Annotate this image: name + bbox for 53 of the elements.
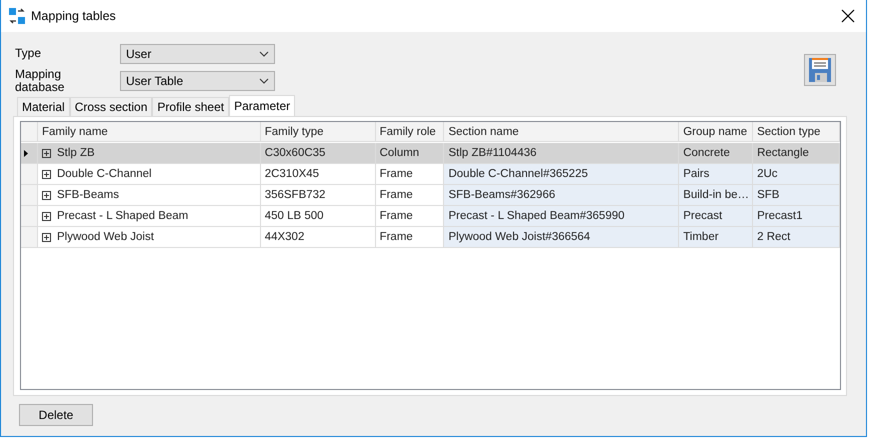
column-header[interactable]: Family name bbox=[38, 122, 261, 142]
dropdown[interactable]: User Table bbox=[120, 70, 275, 90]
chevron-icon bbox=[259, 50, 269, 56]
save-icon[interactable] bbox=[804, 54, 836, 86]
table-cell: Precast bbox=[679, 206, 754, 227]
table-cell: Stlp ZB#1104436 bbox=[444, 143, 680, 164]
table-cell: 44X302 bbox=[260, 227, 376, 248]
chevron-icon bbox=[259, 78, 269, 84]
table-cell: Double C-Channel#365225 bbox=[444, 164, 680, 185]
app-icon bbox=[9, 8, 25, 24]
expand-icon[interactable] bbox=[42, 148, 51, 158]
expand-icon[interactable] bbox=[42, 232, 51, 242]
table-cell: Precast - L Shaped Beam#365990 bbox=[444, 206, 680, 227]
column-header[interactable]: Family type bbox=[260, 122, 376, 142]
table-cell: Column bbox=[376, 143, 444, 164]
column-header[interactable]: Section type bbox=[753, 122, 840, 142]
dropdown[interactable]: User bbox=[120, 44, 275, 64]
field-label: Mapping database bbox=[15, 68, 66, 94]
table-cell: SFB bbox=[753, 185, 840, 206]
table-cell: Plywood Web Joist#366564 bbox=[444, 227, 680, 248]
field-label: Type bbox=[15, 47, 42, 60]
table-cell: Precast1 bbox=[753, 206, 840, 227]
column-header[interactable]: Group name bbox=[679, 122, 754, 142]
tab[interactable]: Material bbox=[17, 97, 70, 116]
expand-icon[interactable] bbox=[42, 190, 51, 200]
table-cell: 450 LB 500 bbox=[260, 206, 376, 227]
column-header[interactable]: Section name bbox=[444, 122, 680, 142]
table-cell: 2Uc bbox=[753, 164, 840, 185]
tab[interactable]: Parameter bbox=[229, 95, 296, 116]
table-cell: Rectangle bbox=[753, 143, 840, 164]
table-cell: SFB-Beams#362966 bbox=[444, 185, 680, 206]
tab[interactable]: Profile sheet bbox=[152, 97, 230, 116]
row-header[interactable] bbox=[21, 143, 38, 164]
table-cell: Timber bbox=[679, 227, 754, 248]
column-header[interactable]: Family role bbox=[376, 122, 444, 142]
table-cell: Pairs bbox=[679, 164, 754, 185]
table-cell: C30x60C35 bbox=[260, 143, 376, 164]
table-cell-text: Double C-Channel bbox=[56, 168, 152, 180]
table-cell-text: Plywood Web Joist bbox=[56, 231, 154, 243]
tab[interactable]: Cross section bbox=[70, 97, 152, 116]
current-row-icon bbox=[24, 150, 28, 156]
table-cell: 2 Rect bbox=[753, 227, 840, 248]
expand-icon[interactable] bbox=[42, 170, 51, 178]
table-cell-text: SFB-Beams bbox=[56, 189, 119, 201]
table-cell: 2C310X45 bbox=[260, 164, 376, 185]
table-cell: Build-in be… bbox=[679, 185, 754, 206]
window-title: Mapping tables bbox=[31, 9, 117, 23]
table-cell: Concrete bbox=[679, 143, 754, 164]
expand-icon[interactable] bbox=[42, 212, 51, 220]
table-cell: 356SFB732 bbox=[260, 185, 376, 206]
delete-button[interactable]: Delete bbox=[19, 404, 93, 426]
table-cell-text: Stlp ZB bbox=[56, 147, 95, 159]
table-cell-text: Precast - L Shaped Beam bbox=[56, 210, 188, 222]
